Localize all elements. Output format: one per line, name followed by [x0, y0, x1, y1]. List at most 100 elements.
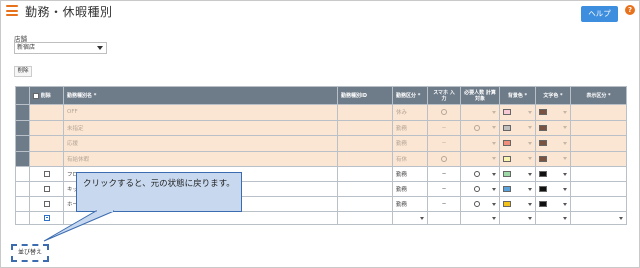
bg-color-inner: [503, 201, 532, 207]
fg-color-swatch[interactable]: [539, 109, 547, 116]
new-row-cell[interactable]: [570, 211, 627, 225]
new-row-cell[interactable]: [499, 211, 536, 225]
new-row-cell[interactable]: [392, 211, 428, 225]
chevron-down-icon: [97, 46, 103, 50]
smartphone-input[interactable]: −: [427, 166, 461, 182]
delete-checkbox[interactable]: [43, 170, 50, 177]
fg-color-cell[interactable]: [535, 166, 571, 182]
fg-color-extra: [570, 166, 627, 182]
new-row-cell[interactable]: [460, 211, 500, 225]
bg-color-cell[interactable]: [499, 166, 536, 182]
help-button[interactable]: ヘルプ: [581, 6, 618, 22]
work-kubun[interactable]: 勤務: [392, 196, 428, 212]
new-row-checkbox[interactable]: [43, 214, 50, 221]
table-row: OFF休み表示する: [15, 104, 627, 121]
required-inner: [464, 124, 496, 131]
bg-color-swatch[interactable]: [503, 124, 511, 131]
bg-color-cell[interactable]: [499, 196, 536, 212]
fg-color-cell[interactable]: [535, 119, 571, 136]
chevron-down-icon: [563, 157, 567, 161]
new-row-cell[interactable]: [63, 211, 338, 225]
bg-color-inner: [503, 155, 532, 162]
header-delete[interactable]: 削除: [29, 86, 64, 105]
bg-color-swatch[interactable]: [503, 186, 511, 192]
select-all-checkbox[interactable]: [33, 92, 39, 99]
delete-checkbox[interactable]: [43, 200, 50, 207]
fg-color-swatch[interactable]: [539, 155, 547, 162]
table-row: 応援勤務−表示する: [15, 135, 627, 152]
chevron-down-icon: [563, 126, 567, 130]
store-select[interactable]: 新宿店: [14, 42, 107, 54]
table-row: 未指定勤務−表示する: [15, 119, 627, 136]
smartphone-input: [427, 150, 461, 167]
circle-icon: [474, 186, 480, 192]
fg-color-extra: [570, 196, 627, 212]
work-kubun[interactable]: 勤務: [392, 181, 428, 197]
bg-color-cell[interactable]: [499, 135, 536, 152]
bg-color-cell[interactable]: [499, 150, 536, 167]
header-id[interactable]: 勤務種別ID: [337, 86, 393, 105]
fg-color-inner: [539, 124, 567, 131]
new-row-cell[interactable]: [535, 211, 571, 225]
smartphone-input[interactable]: −: [427, 181, 461, 197]
fg-color-cell[interactable]: [535, 104, 571, 121]
bg-color-swatch[interactable]: [503, 201, 511, 207]
chevron-down-icon: [528, 141, 532, 145]
header-display[interactable]: 表示区分 *: [570, 86, 627, 105]
chevron-down-icon: [492, 157, 496, 161]
bg-color-swatch[interactable]: [503, 109, 511, 116]
required-count[interactable]: [460, 181, 500, 197]
bg-color-cell[interactable]: [499, 104, 536, 121]
fg-color-extra: [570, 119, 627, 136]
new-row-inner: [574, 216, 623, 220]
bg-color-swatch[interactable]: [503, 155, 511, 162]
header-fg-color[interactable]: 文字色 *: [535, 86, 571, 105]
new-row-checkbox-cell: [29, 211, 64, 225]
fg-color-cell[interactable]: [535, 181, 571, 197]
required-count[interactable]: [460, 166, 500, 182]
new-row-cell[interactable]: [337, 211, 393, 225]
fg-color-swatch[interactable]: [539, 140, 547, 147]
bg-color-swatch[interactable]: [503, 171, 511, 177]
fg-color-swatch[interactable]: [539, 171, 547, 177]
required-count[interactable]: [460, 196, 500, 212]
fg-color-extra: [570, 150, 627, 167]
question-icon[interactable]: ?: [625, 5, 635, 15]
chevron-down-icon: [492, 110, 496, 114]
header-bg-color[interactable]: 背景色 *: [499, 86, 536, 105]
required-inner: [464, 157, 496, 161]
bg-color-cell[interactable]: [499, 119, 536, 136]
chevron-down-icon: [528, 187, 532, 191]
bg-color-inner: [503, 186, 532, 192]
fg-color-swatch[interactable]: [539, 186, 547, 192]
header-kubun[interactable]: 勤務区分 *: [392, 86, 428, 105]
fg-color-cell[interactable]: [535, 196, 571, 212]
header-name[interactable]: 勤務種別名 *: [63, 86, 338, 105]
bg-color-swatch[interactable]: [503, 140, 511, 147]
fg-color-inner: [539, 171, 567, 177]
row-indicator: [15, 150, 30, 167]
tooltip-callout: クリックすると、元の状態に戻ります。: [76, 172, 242, 212]
new-row-inner: [464, 216, 496, 220]
hamburger-icon[interactable]: [6, 5, 18, 16]
delete-button[interactable]: 削除: [14, 66, 32, 77]
smartphone-input[interactable]: −: [427, 196, 461, 212]
work-type-name: 有給休暇: [63, 150, 338, 167]
chevron-down-icon: [563, 172, 567, 176]
header-required[interactable]: 必要人数 計算対象: [460, 86, 500, 105]
required-count: [460, 119, 500, 136]
sort-button[interactable]: 並び替え: [11, 244, 49, 262]
bg-color-cell[interactable]: [499, 181, 536, 197]
fg-color-cell[interactable]: [535, 135, 571, 152]
header-smartphone[interactable]: スマホ 入力: [427, 86, 461, 105]
delete-cell: [29, 150, 64, 167]
delete-checkbox[interactable]: [43, 185, 50, 192]
fg-color-swatch[interactable]: [539, 124, 547, 131]
fg-color-cell[interactable]: [535, 150, 571, 167]
chevron-down-icon: [528, 157, 532, 161]
fg-color-swatch[interactable]: [539, 201, 547, 207]
work-kubun[interactable]: 勤務: [392, 166, 428, 182]
circle-icon: [474, 201, 480, 207]
new-row-cell[interactable]: [427, 211, 461, 225]
work-type-id: [337, 135, 393, 152]
